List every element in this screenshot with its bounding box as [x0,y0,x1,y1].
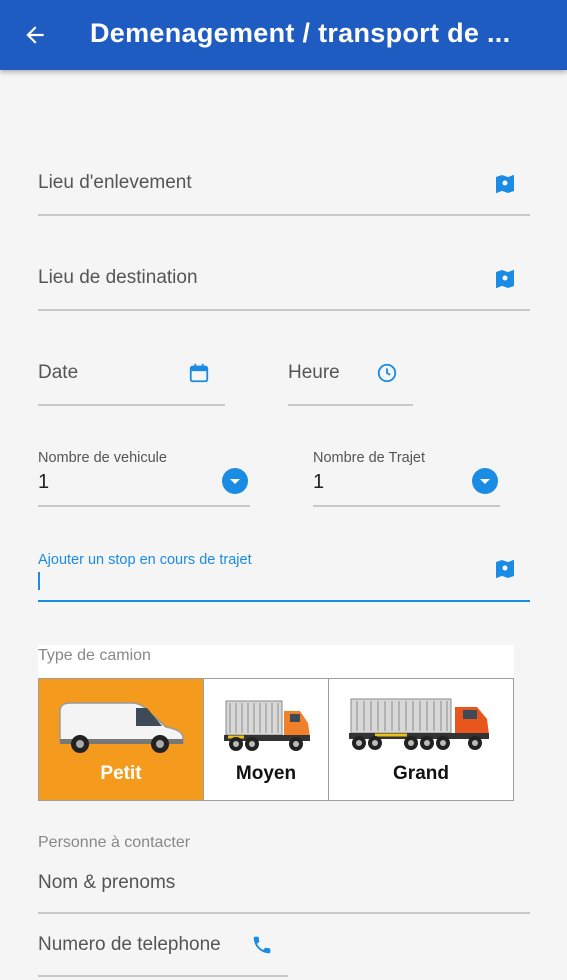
destination-label: Lieu de destination [38,267,198,288]
chevron-down-icon[interactable] [472,468,498,494]
date-field[interactable]: Date [38,350,225,406]
truck-type-label: Type de camion [38,647,151,664]
text-cursor [38,572,40,590]
map-icon[interactable] [493,172,517,196]
truck-option-grand[interactable]: Grand [328,678,514,801]
time-field[interactable]: Heure [288,350,413,406]
clock-icon[interactable] [376,362,398,384]
truck-option-label: Grand [393,763,449,784]
add-stop-field[interactable]: Ajouter un stop en cours de trajet [38,545,530,602]
truck-option-label: Moyen [235,763,297,784]
destination-field[interactable]: Lieu de destination [38,255,530,311]
large-truck-icon [349,698,489,750]
pickup-location-label: Lieu d'enlevement [38,172,192,193]
contact-section-label: Personne à contacter [38,834,191,851]
van-icon [59,702,184,753]
truck-option-label: Petit [100,763,142,784]
vehicle-count-value: 1 [38,471,50,493]
truck-type-selector: Type de camion Petit Moyen Grand [38,645,514,801]
phone-icon[interactable] [251,934,273,956]
app-bar: Demenagement / transport de ... [0,0,567,70]
vehicle-count-label: Nombre de vehicule [38,450,167,466]
name-placeholder: Nom & prenoms [38,872,176,893]
phone-label: Numero de telephone [38,934,221,955]
date-label: Date [38,362,79,383]
calendar-icon[interactable] [188,362,210,384]
trip-count-value: 1 [313,471,325,493]
page-title: Demenagement / transport de ... [90,18,510,48]
time-label: Heure [288,362,340,383]
truck-option-petit[interactable]: Petit [38,678,204,801]
phone-field[interactable]: Numero de telephone [38,922,288,977]
map-icon[interactable] [493,267,517,291]
trip-count-dropdown[interactable]: Nombre de Trajet 1 [313,445,500,507]
add-stop-label: Ajouter un stop en cours de trajet [38,552,252,568]
name-field[interactable]: Nom & prenoms [38,860,530,914]
arrow-left-icon[interactable] [22,22,48,48]
map-icon[interactable] [493,557,517,581]
truck-option-moyen[interactable]: Moyen [203,678,329,801]
pickup-location-field[interactable]: Lieu d'enlevement [38,160,530,216]
truck-icon [224,700,310,751]
trip-count-label: Nombre de Trajet [313,450,426,466]
vehicle-count-dropdown[interactable]: Nombre de vehicule 1 [38,445,250,507]
chevron-down-icon[interactable] [222,468,248,494]
